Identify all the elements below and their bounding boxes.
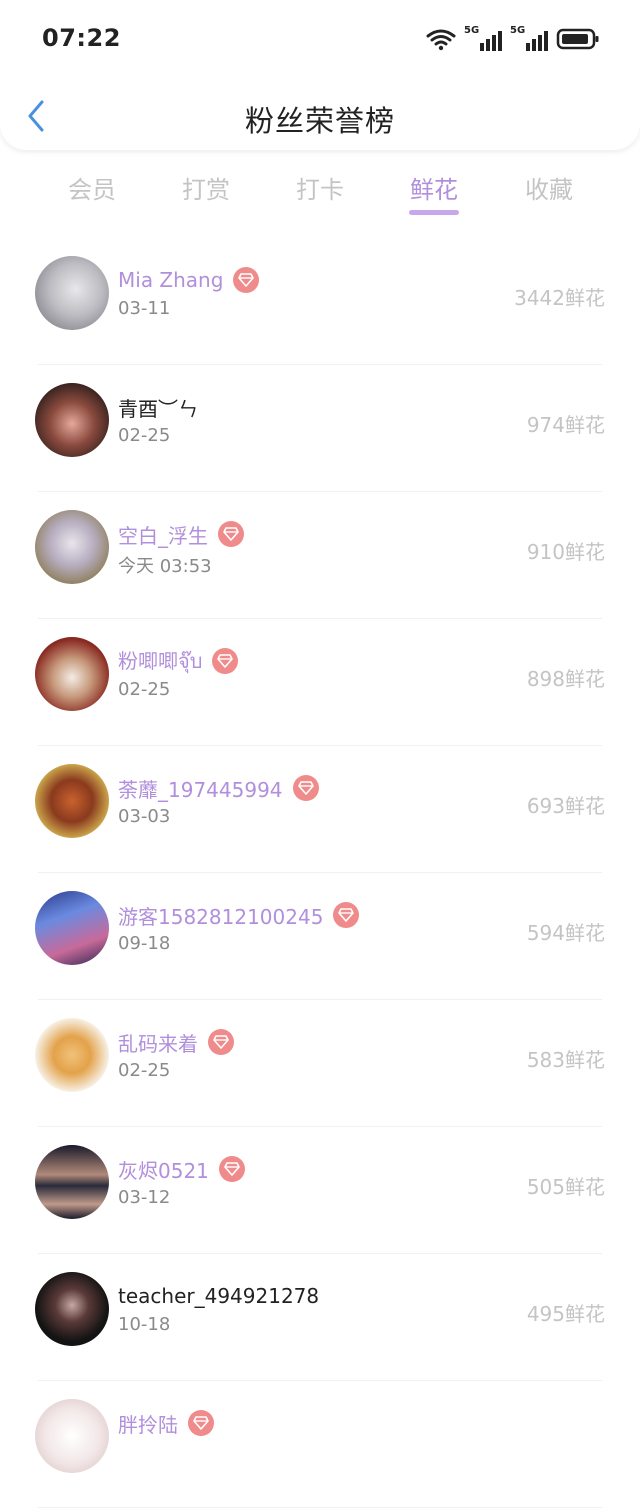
tab-membership[interactable]: 会员 xyxy=(52,170,132,220)
list-item[interactable]: 青酉︶ㄣ 02-25 974鲜花 xyxy=(0,365,640,492)
network-type-label: 5G xyxy=(464,25,480,36)
list-item[interactable]: 胖拎陆 xyxy=(0,1381,640,1508)
user-name: teacher_494921278 xyxy=(118,1284,320,1308)
date: 02-25 xyxy=(118,425,171,446)
tab-checkin[interactable]: 打卡 xyxy=(280,170,360,220)
date: 02-25 xyxy=(118,679,171,700)
cellular-signal-icon-2: 5G xyxy=(510,25,548,51)
avatar xyxy=(35,510,109,584)
navigation-bar: 粉丝荣誉榜 xyxy=(0,78,640,150)
avatar xyxy=(35,891,109,965)
status-time: 07:22 xyxy=(42,24,121,52)
avatar xyxy=(35,256,109,330)
vip-diamond-icon xyxy=(333,902,360,928)
date: 03-12 xyxy=(118,1187,171,1208)
vip-diamond-icon xyxy=(218,521,244,547)
status-bar: 07:22 5G 5G xyxy=(0,0,640,78)
tab-favorites[interactable]: 收藏 xyxy=(509,170,589,220)
flower-count: 3442鲜花 xyxy=(514,286,605,310)
avatar xyxy=(35,1018,109,1092)
date: 02-25 xyxy=(118,1060,171,1081)
date: 03-03 xyxy=(118,806,171,827)
date: 10-18 xyxy=(118,1314,171,1335)
list-item[interactable]: 乱码来着 02-25 583鲜花 xyxy=(0,1000,640,1127)
avatar xyxy=(35,1399,109,1473)
avatar xyxy=(35,1272,109,1346)
flower-count: 898鲜花 xyxy=(526,667,605,691)
vip-diamond-icon xyxy=(292,775,319,801)
tab-bar: 会员 打赏 打卡 鲜花 收藏 xyxy=(0,150,640,238)
date: 09-18 xyxy=(118,933,171,954)
user-name: 游客1582812100245 xyxy=(118,904,324,929)
user-name: 荼蘼_197445994 xyxy=(118,777,283,802)
vip-diamond-icon xyxy=(233,267,260,293)
user-name: 灰烬0521 xyxy=(118,1158,209,1183)
user-name: 乱码来着 xyxy=(118,1031,198,1056)
ranking-list: Mia Zhang 03-11 3442鲜花 青酉︶ㄣ 02-25 974鲜花 … xyxy=(0,238,640,1508)
list-item[interactable]: 游客1582812100245 09-18 594鲜花 xyxy=(0,873,640,1000)
flower-count: 583鲜花 xyxy=(526,1048,605,1072)
date: 03-11 xyxy=(118,298,171,319)
network-type-label: 5G xyxy=(510,25,526,36)
list-item[interactable]: 荼蘼_197445994 03-03 693鲜花 xyxy=(0,746,640,873)
user-name: 青酉︶ㄣ xyxy=(118,396,198,421)
list-item[interactable]: Mia Zhang 03-11 3442鲜花 xyxy=(0,238,640,365)
user-name: 空白_浮生 xyxy=(118,523,208,548)
list-item[interactable]: 粉唧唧จุ๊บ 02-25 898鲜花 xyxy=(0,619,640,746)
active-tab-indicator xyxy=(409,210,459,215)
list-item[interactable]: 空白_浮生 今天 03:53 910鲜花 xyxy=(0,492,640,619)
page-title: 粉丝荣誉榜 xyxy=(244,104,395,138)
tab-tips[interactable]: 打赏 xyxy=(166,170,246,220)
user-name: 粉唧唧จุ๊บ xyxy=(118,649,203,673)
cellular-signal-icon-1: 5G xyxy=(464,25,502,51)
header: 07:22 5G 5G 粉丝荣誉榜 xyxy=(0,0,640,150)
flower-count: 910鲜花 xyxy=(526,540,605,564)
wifi-icon xyxy=(426,29,456,51)
avatar xyxy=(35,383,109,457)
user-name: 胖拎陆 xyxy=(118,1412,178,1437)
flower-count: 594鲜花 xyxy=(526,921,605,945)
avatar xyxy=(35,1145,109,1219)
flower-count: 693鲜花 xyxy=(526,794,605,818)
flower-count: 495鲜花 xyxy=(526,1302,605,1326)
battery-icon xyxy=(556,28,599,50)
date: 今天 03:53 xyxy=(118,556,212,577)
vip-diamond-icon xyxy=(212,648,239,674)
vip-diamond-icon xyxy=(218,1156,245,1182)
list-item[interactable]: teacher_494921278 10-18 495鲜花 xyxy=(0,1254,640,1381)
vip-diamond-icon xyxy=(188,1410,214,1436)
list-item[interactable]: 灰烬0521 03-12 505鲜花 xyxy=(0,1127,640,1254)
avatar xyxy=(35,764,109,838)
status-icons: 5G 5G xyxy=(426,24,600,54)
vip-diamond-icon xyxy=(208,1029,234,1055)
avatar xyxy=(35,637,109,711)
flower-count: 505鲜花 xyxy=(526,1175,605,1199)
user-name: Mia Zhang xyxy=(118,268,224,292)
flower-count: 974鲜花 xyxy=(526,413,605,437)
